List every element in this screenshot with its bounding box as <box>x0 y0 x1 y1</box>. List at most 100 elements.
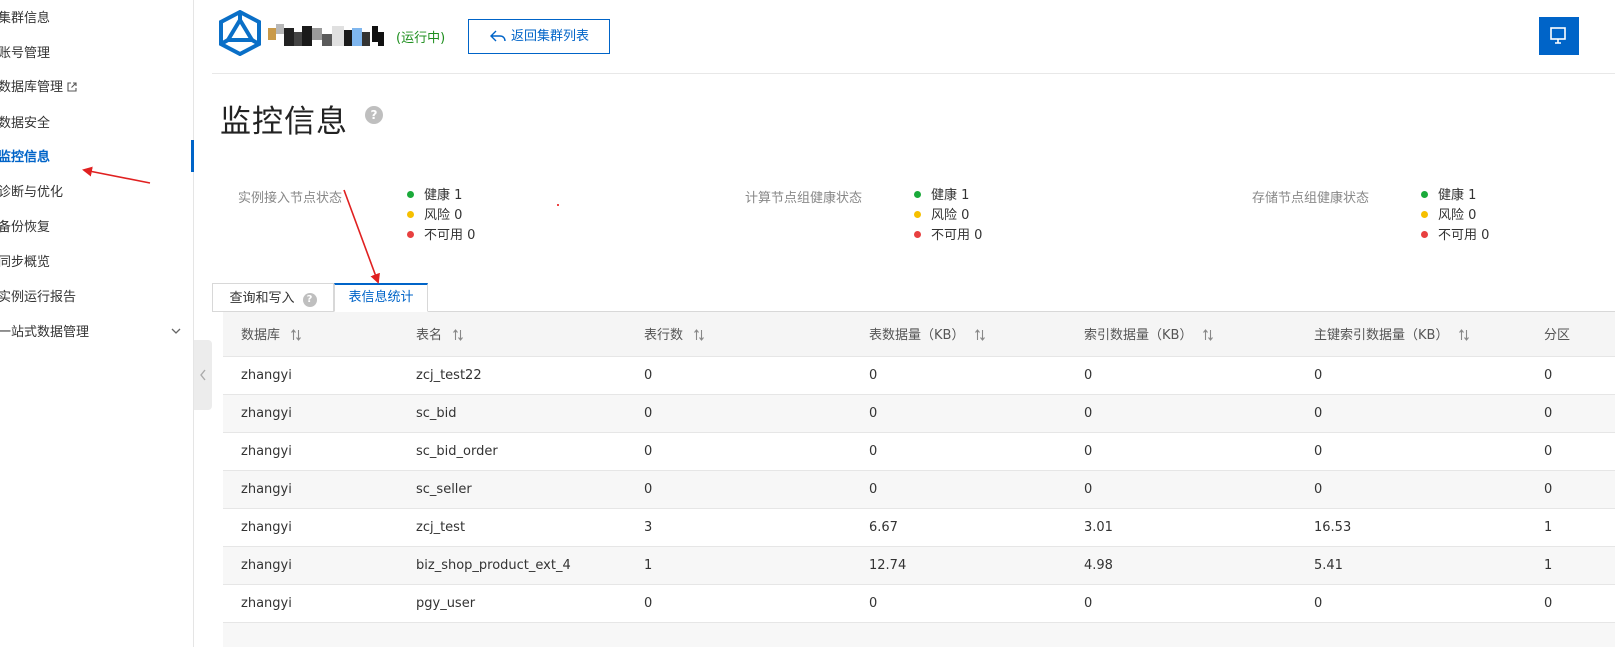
sort-icon[interactable] <box>974 329 986 342</box>
sort-icon[interactable] <box>452 329 464 342</box>
cell-database: zhangyi <box>223 356 398 395</box>
column-header-data-size[interactable]: 表数据量（KB） <box>851 312 1066 357</box>
cell-primary-index-size: 0 <box>1296 356 1526 395</box>
cell-partitions: 0 <box>1526 356 1615 395</box>
cell-database: zhangyi <box>223 508 398 547</box>
monitor-action-button[interactable] <box>1539 17 1579 55</box>
cell-row-count: 0 <box>626 584 851 623</box>
cell-database: zhangyi <box>223 546 398 585</box>
cell-data-size: 0 <box>851 584 1066 623</box>
cell-index-size: 0 <box>1066 470 1296 509</box>
cell-primary-index-size: 0 <box>1296 470 1526 509</box>
status-healthy: 健康 1 <box>407 186 475 206</box>
unavailable-dot-icon <box>407 231 414 238</box>
cell-database: zhangyi <box>223 432 398 471</box>
monitor-icon <box>1550 27 1566 44</box>
cell-table-name: zcj_test <box>398 508 626 547</box>
cell-partitions: 0 <box>1526 584 1615 623</box>
column-header-row-count[interactable]: 表行数 <box>626 312 851 357</box>
table-row: zhangyi sc_seller 0 0 0 0 0 <box>223 470 1615 509</box>
cell-table-name: biz_shop_product_ext_4 <box>398 546 626 585</box>
cell-primary-index-size: 16.53 <box>1296 508 1526 547</box>
chevron-down-icon[interactable] <box>170 325 182 337</box>
cell-table-name: sc_bid_order <box>398 432 626 471</box>
back-button-label: 返回集群列表 <box>510 29 589 44</box>
table-row: zhangyi sc_bid_order 0 0 0 0 0 <box>223 432 1615 471</box>
sidebar-item-data-security[interactable]: 数据安全 <box>0 107 50 141</box>
sidebar-item-data-management[interactable]: 一站式数据管理 <box>0 316 89 350</box>
sort-icon[interactable] <box>693 329 705 342</box>
tab-query-and-write[interactable]: 查询和写入? <box>212 283 334 312</box>
cell-row-count: 0 <box>626 470 851 509</box>
cell-index-size: 0 <box>1066 356 1296 395</box>
tab-table-statistics[interactable]: 表信息统计 <box>334 283 428 312</box>
table-row: zhangyi zcj_test22 0 0 0 0 0 <box>223 356 1615 395</box>
sidebar: 集群信息 账号管理 数据库管理 数据安全 监控信息 诊断与优化 备份恢复 同步概… <box>0 0 194 647</box>
back-to-cluster-list-button[interactable]: 返回集群列表 <box>468 19 610 54</box>
cell-row-count: 0 <box>626 356 851 395</box>
help-icon[interactable]: ? <box>302 293 317 307</box>
cell-partitions: 0 <box>1526 470 1615 509</box>
cell-partitions: 0 <box>1526 394 1615 433</box>
sidebar-item-database-management[interactable]: 数据库管理 <box>0 71 77 105</box>
unavailable-dot-icon <box>914 231 921 238</box>
cell-data-size: 0 <box>851 356 1066 395</box>
table-row: zhangyi biz_shop_product_ext_4 1 12.74 4.98 5… <box>223 546 1615 585</box>
sidebar-item-monitoring[interactable]: 监控信息 <box>0 141 50 175</box>
tab-label: 表信息统计 <box>348 290 414 305</box>
column-header-index-size[interactable]: 索引数据量（KB） <box>1066 312 1296 357</box>
sidebar-item-diagnosis[interactable]: 诊断与优化 <box>0 176 63 210</box>
healthy-dot-icon <box>407 191 414 198</box>
risk-dot-icon <box>1421 211 1428 218</box>
table-row: zhangyi pgy_user 0 0 0 0 0 <box>223 584 1615 623</box>
column-header-partitions[interactable]: 分区 <box>1526 312 1615 357</box>
cell-database: zhangyi <box>223 470 398 509</box>
sidebar-item-sync-overview[interactable]: 同步概览 <box>0 246 50 280</box>
help-icon[interactable]: ? <box>365 106 383 124</box>
sidebar-item-label: 数据安全 <box>0 116 51 131</box>
table: 数据库 表名 表行数 表数据量（KB） 索引数据量（KB） 主键索引数据量（KB… <box>223 312 1615 647</box>
page-title: 监控信息 <box>220 104 348 140</box>
page-header: (运行中) 返回集群列表 <box>212 0 1615 74</box>
external-link-icon <box>67 82 77 92</box>
cell-table-name: sc_bid <box>398 394 626 433</box>
sidebar-item-cluster-info[interactable]: 集群信息 <box>0 2 50 36</box>
cell-primary-index-size: 5.41 <box>1296 546 1526 585</box>
storage-node-status-label: 存储节点组健康状态 <box>1252 191 1370 206</box>
cell-data-size: 0 <box>851 470 1066 509</box>
sidebar-item-accounts[interactable]: 账号管理 <box>0 37 50 71</box>
sidebar-item-backup-restore[interactable]: 备份恢复 <box>0 211 50 245</box>
cell-table-name: sc_seller <box>398 470 626 509</box>
sidebar-item-instance-report[interactable]: 实例运行报告 <box>0 281 76 315</box>
healthy-dot-icon <box>1421 191 1428 198</box>
chevron-left-icon <box>200 369 206 381</box>
column-header-primary-index-size[interactable]: 主键索引数据量（KB） <box>1296 312 1526 357</box>
risk-dot-icon <box>914 211 921 218</box>
status-unavailable: 不可用 0 <box>914 226 982 246</box>
sidebar-item-label: 备份恢复 <box>0 220 51 235</box>
sidebar-collapse-handle[interactable] <box>194 340 212 410</box>
tab-label: 查询和写入 <box>229 291 295 306</box>
cluster-status: (运行中) <box>396 31 446 46</box>
cluster-logo-icon <box>219 10 261 56</box>
cell-primary-index-size: 0 <box>1296 394 1526 433</box>
cell-row-count: 3 <box>626 508 851 547</box>
cell-row-count: 0 <box>626 432 851 471</box>
access-node-status-list: 健康 1 风险 0 不可用 0 <box>407 186 475 246</box>
sidebar-item-label: 集群信息 <box>0 11 51 26</box>
cluster-name-masked <box>268 22 398 48</box>
cell-database: zhangyi <box>223 394 398 433</box>
status-risk: 风险 0 <box>1421 206 1489 226</box>
column-header-database[interactable]: 数据库 <box>223 312 398 357</box>
cell-data-size: 0 <box>851 432 1066 471</box>
sort-icon[interactable] <box>1458 329 1470 342</box>
cell-index-size: 0 <box>1066 432 1296 471</box>
sort-icon[interactable] <box>290 329 302 342</box>
annotation-arrow-tab <box>343 189 380 284</box>
column-header-table-name[interactable]: 表名 <box>398 312 626 357</box>
sidebar-item-label: 账号管理 <box>0 46 51 61</box>
cell-primary-index-size: 0 <box>1296 432 1526 471</box>
status-unavailable: 不可用 0 <box>407 226 475 246</box>
sort-icon[interactable] <box>1202 329 1214 342</box>
cell-index-size: 3.01 <box>1066 508 1296 547</box>
